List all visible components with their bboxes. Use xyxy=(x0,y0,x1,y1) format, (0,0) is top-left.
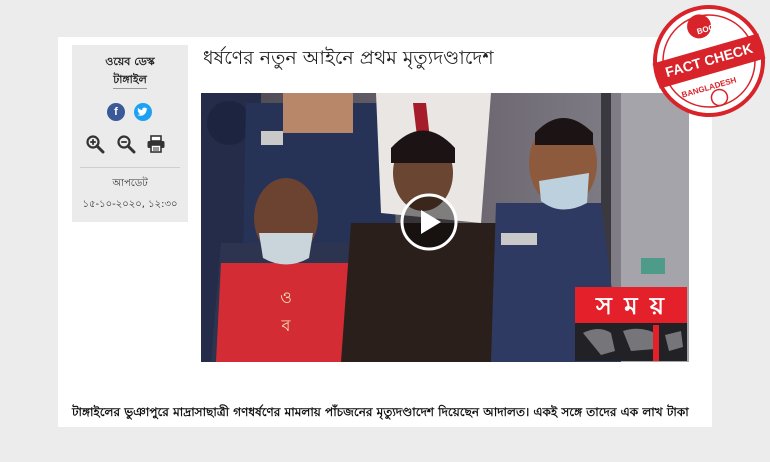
sidebar-divider xyxy=(80,167,180,168)
author-location-text[interactable]: টাঙ্গাইল xyxy=(113,73,147,89)
article-sidebar: ওয়েব ডেস্ক টাঙ্গাইল f আপডেট ১৫-১০-২০২০,… xyxy=(72,45,188,222)
zoom-out-icon[interactable] xyxy=(116,134,136,154)
article-lede: টাঙ্গাইলের ভুঞাপুরে মাদ্রাসাছাত্রী গণধর্… xyxy=(72,405,689,419)
play-icon[interactable] xyxy=(402,195,456,249)
twitter-icon[interactable] xyxy=(134,103,152,121)
video-player[interactable]: ও ব স ম য় xyxy=(201,93,689,362)
zoom-in-icon[interactable] xyxy=(85,134,105,154)
author-department[interactable]: ওয়েব ডেস্ক xyxy=(72,53,188,72)
updated-timestamp: ১৫-১০-২০২০, ১২:৩০ xyxy=(82,199,178,210)
svg-text:ব: ব xyxy=(281,316,292,335)
channel-logo: স ম য় xyxy=(595,292,667,320)
fact-check-stamp: BOOM FACT CHECK BANGLADESH xyxy=(652,4,766,118)
updated-label: আপডেট xyxy=(112,178,148,189)
print-icon[interactable] xyxy=(146,134,166,154)
svg-text:ও: ও xyxy=(280,288,292,307)
article-headline: ধর্ষণের নতুন আইনে প্রথম মৃত্যুদণ্ডাদেশ xyxy=(203,47,494,69)
facebook-icon[interactable]: f xyxy=(107,103,125,121)
twitter-bird-glyph xyxy=(137,107,148,116)
author-location[interactable]: টাঙ্গাইল xyxy=(72,71,188,90)
